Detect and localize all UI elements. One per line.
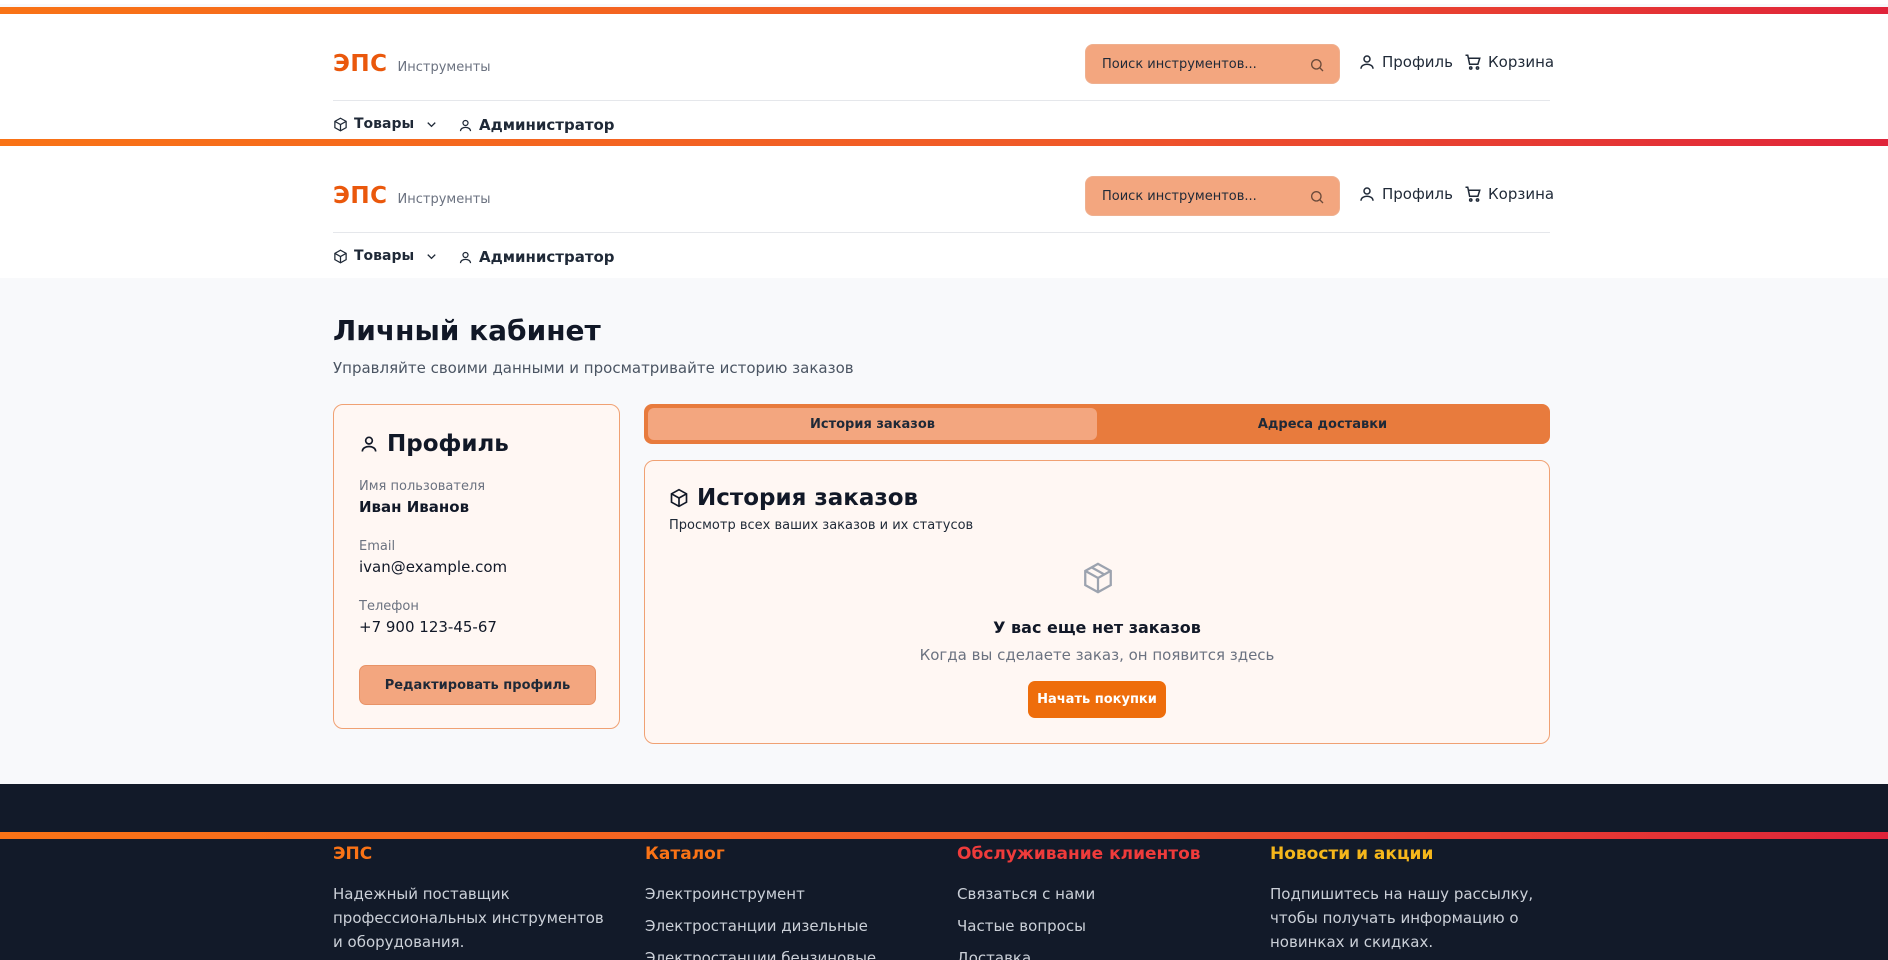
account-tabs: История заказов Адреса доставки: [644, 404, 1550, 444]
logo[interactable]: ЭПС Инструменты: [333, 51, 491, 77]
cart-link-label: Корзина: [1488, 185, 1555, 203]
site-header: ЭПС Инструменты Поиск инструментов... Пр…: [0, 14, 1888, 146]
logo-subtitle: Инструменты: [397, 192, 491, 207]
profile-link[interactable]: Профиль: [1358, 185, 1453, 203]
footer-service-heading: Обслуживание клиентов: [957, 844, 1201, 864]
orders-card-title: История заказов: [669, 485, 918, 511]
empty-state-text: Когда вы сделаете заказ, он появится зде…: [919, 646, 1275, 664]
orders-title-text: История заказов: [697, 485, 919, 511]
empty-box-icon: [1084, 562, 1112, 594]
footer-link[interactable]: Доставка: [957, 942, 1237, 960]
cart-icon: [1465, 54, 1481, 70]
top-strip: [0, 0, 1888, 4]
profile-link-label: Профиль: [1382, 185, 1453, 203]
cart-link-label: Корзина: [1488, 53, 1555, 71]
start-shopping-button[interactable]: Начать покупки: [1028, 681, 1166, 718]
footer-about-heading: ЭПС: [333, 844, 373, 864]
nav-products-label: Товары: [354, 248, 415, 264]
tab-delivery-addresses[interactable]: Адреса доставки: [1099, 408, 1546, 440]
nav-products[interactable]: Товары: [333, 116, 439, 132]
phone-value: +7 900 123-45-67: [359, 618, 497, 636]
nav-admin[interactable]: Администратор: [458, 116, 615, 134]
page-subtitle: Управляйте своими данными и просматривай…: [333, 359, 854, 377]
search-icon[interactable]: [1309, 57, 1325, 73]
profile-card: Профиль Имя пользователя Иван Иванов Ema…: [333, 404, 620, 729]
cart-link[interactable]: Корзина: [1464, 53, 1554, 71]
logo-subtitle: Инструменты: [397, 60, 491, 75]
logo-mark: ЭПС: [333, 51, 388, 77]
footer-link[interactable]: Электроинструмент: [645, 878, 925, 910]
box-icon: [670, 488, 688, 508]
chevron-down-icon: [427, 253, 436, 259]
site-header: ЭПС Инструменты Поиск инструментов... Пр…: [0, 146, 1888, 278]
logo-mark: ЭПС: [333, 183, 388, 209]
footer-news-heading: Новости и акции: [1270, 844, 1434, 864]
profile-title-text: Профиль: [387, 431, 509, 457]
footer-news-text: Подпишитесь на нашу рассылку, чтобы полу…: [1270, 885, 1534, 951]
username-label: Имя пользователя: [359, 479, 486, 494]
header-divider: [333, 100, 1550, 101]
nav-admin-label: Администратор: [479, 248, 615, 266]
footer-link[interactable]: Электростанции бензиновые: [645, 942, 925, 960]
profile-card-title: Профиль: [359, 431, 509, 457]
header-accent-line: [0, 139, 1888, 146]
logo[interactable]: ЭПС Инструменты: [333, 183, 491, 209]
footer-service: Обслуживание клиентов Связаться с нами Ч…: [957, 844, 1237, 960]
cart-link[interactable]: Корзина: [1464, 185, 1554, 203]
nav-products[interactable]: Товары: [333, 248, 439, 264]
empty-state-title: У вас еще нет заказов: [993, 618, 1201, 637]
chevron-down-icon: [427, 121, 436, 127]
footer-link[interactable]: Электростанции дизельные: [645, 910, 925, 942]
email-label: Email: [359, 539, 396, 554]
tab-order-history[interactable]: История заказов: [648, 408, 1097, 440]
header-accent-line: [0, 7, 1888, 14]
search-input[interactable]: Поиск инструментов...: [1085, 44, 1340, 84]
footer-link[interactable]: Частые вопросы: [957, 910, 1237, 942]
user-icon: [1360, 187, 1374, 201]
profile-link[interactable]: Профиль: [1358, 53, 1453, 71]
user-icon: [459, 119, 472, 131]
footer-about: ЭПС Надежный поставщик профессиональных …: [333, 844, 613, 954]
header-divider: [333, 232, 1550, 233]
nav-admin[interactable]: Администратор: [458, 248, 615, 266]
box-icon: [334, 117, 347, 131]
search-placeholder: Поиск инструментов...: [1102, 57, 1257, 72]
search-placeholder: Поиск инструментов...: [1102, 189, 1257, 204]
phone-label: Телефон: [359, 599, 419, 614]
orders-subtitle: Просмотр всех ваших заказов и их статусо…: [669, 518, 974, 533]
nav-products-label: Товары: [354, 116, 415, 132]
search-input[interactable]: Поиск инструментов...: [1085, 176, 1340, 216]
footer-catalog: Каталог Электроинструмент Электростанции…: [645, 844, 925, 960]
footer-news: Новости и акции Подпишитесь на нашу расс…: [1270, 844, 1540, 954]
footer-catalog-heading: Каталог: [645, 844, 725, 864]
user-icon: [459, 251, 472, 263]
edit-profile-button[interactable]: Редактировать профиль: [359, 665, 596, 705]
orders-card: История заказов Просмотр всех ваших зака…: [644, 460, 1550, 744]
search-icon[interactable]: [1309, 189, 1325, 205]
page-title: Личный кабинет: [333, 314, 601, 347]
username-value: Иван Иванов: [359, 498, 470, 516]
footer-link[interactable]: Связаться с нами: [957, 878, 1237, 910]
email-value: ivan@example.com: [359, 558, 508, 576]
footer-accent-line: [0, 832, 1888, 839]
user-icon: [361, 436, 377, 452]
site-footer: ЭПС Надежный поставщик профессиональных …: [0, 784, 1888, 960]
nav-admin-label: Администратор: [479, 116, 615, 134]
cart-icon: [1465, 186, 1481, 202]
profile-link-label: Профиль: [1382, 53, 1453, 71]
footer-about-text: Надежный поставщик профессиональных инст…: [333, 885, 604, 951]
box-icon: [334, 249, 347, 263]
user-icon: [1360, 55, 1374, 69]
